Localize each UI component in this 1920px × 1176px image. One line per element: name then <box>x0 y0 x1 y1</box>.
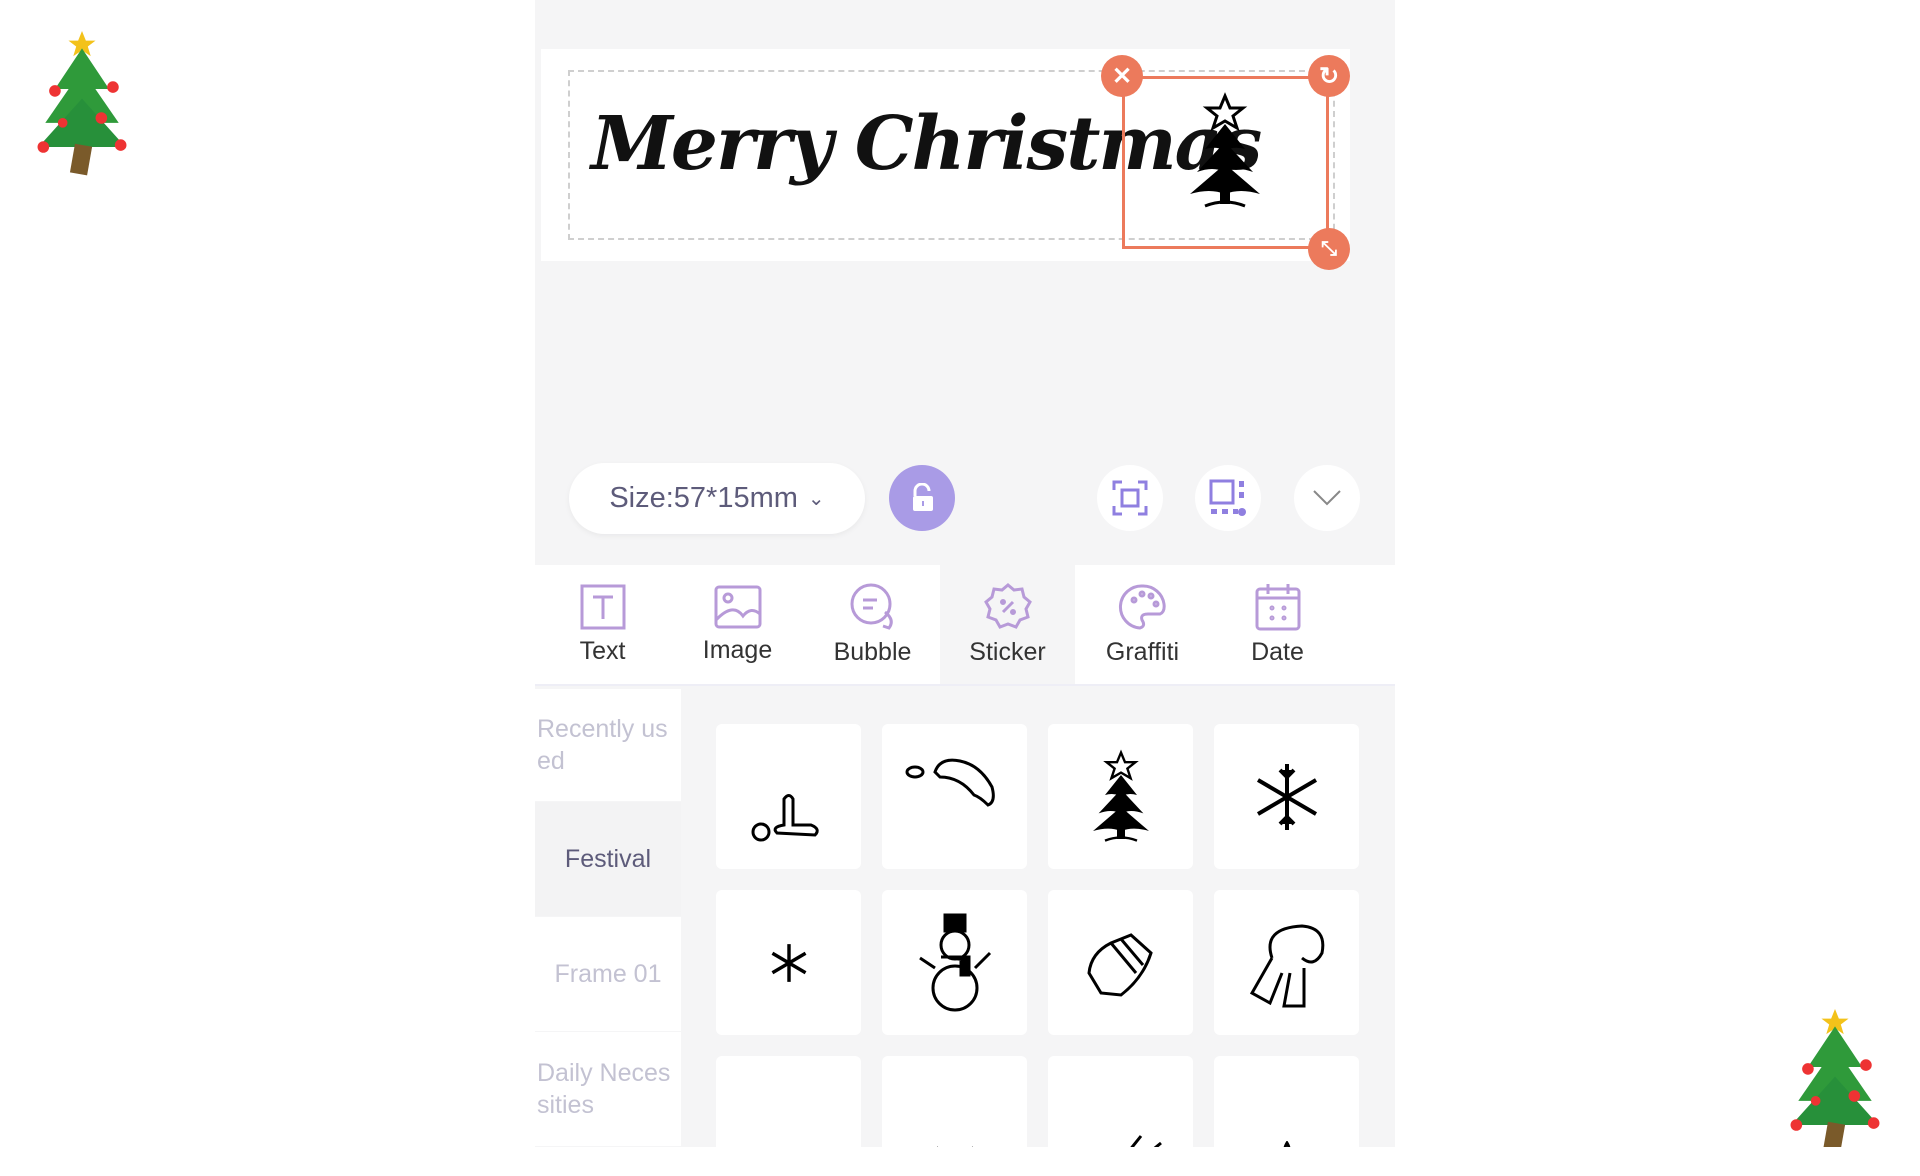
sticker-hand-finger[interactable] <box>716 724 861 869</box>
chevron-down-icon: ⌄ <box>807 488 825 510</box>
bubble-icon <box>850 583 893 630</box>
fit-button[interactable] <box>1097 465 1163 531</box>
sticker-bell[interactable] <box>1214 1056 1359 1147</box>
collapse-button[interactable] <box>1294 465 1360 531</box>
category-daily-necessities[interactable]: Daily Necessities <box>535 1032 681 1146</box>
sticker-yarn-ball[interactable] <box>1048 1056 1193 1147</box>
sticker-wreath[interactable] <box>716 1056 861 1147</box>
delete-handle[interactable]: ✕ <box>1101 55 1143 97</box>
image-icon <box>714 585 761 629</box>
category-label: Festival <box>564 845 652 873</box>
sticker-snowflake[interactable] <box>1214 724 1359 869</box>
snowman-icon <box>918 913 991 1011</box>
category-festival[interactable]: Festival <box>535 802 681 916</box>
tab-bubble[interactable]: Bubble <box>805 565 940 684</box>
resize-icon: ⤡ <box>1321 237 1337 260</box>
scarf-icon <box>1249 923 1324 1007</box>
sticker-grid <box>716 724 1381 1147</box>
christmas-tree-icon <box>1091 750 1150 842</box>
snowflake-icon <box>1256 763 1317 830</box>
calendar-icon <box>1255 584 1300 631</box>
label-editor: Merry Christmas ✕ ↻ ⤡ Size:57*15mm ⌄ Text… <box>535 0 1395 1147</box>
sticker-gift[interactable] <box>882 1056 1027 1147</box>
tab-label: Graffiti <box>1105 638 1180 666</box>
lock-button[interactable] <box>889 465 955 531</box>
selected-sticker[interactable] <box>1122 76 1329 249</box>
chevron-down-icon <box>1313 490 1341 506</box>
tab-label: Date <box>1251 638 1304 666</box>
tab-label: Text <box>579 637 626 665</box>
snowflake-icon <box>771 943 806 982</box>
category-label: Daily Necessities <box>537 1059 671 1119</box>
palette-icon <box>1118 584 1166 630</box>
hand-finger-icon <box>751 793 819 841</box>
category-frame-01[interactable]: Frame 01 <box>535 917 681 1031</box>
gloves-icon <box>1086 932 1153 997</box>
align-button[interactable] <box>1195 465 1261 531</box>
christmas-tree-decoration-icon <box>37 31 127 176</box>
sticker-christmas-tree[interactable] <box>1048 724 1193 869</box>
resize-handle[interactable]: ⤡ <box>1308 228 1350 270</box>
category-recently-used[interactable]: Recently used <box>535 689 681 801</box>
category-label: Frame 01 <box>554 960 662 988</box>
category-label: Recently used <box>537 715 668 775</box>
tab-more[interactable]: Ba <box>1345 565 1395 684</box>
text-icon <box>580 584 625 630</box>
sticker-gloves[interactable] <box>1048 890 1193 1035</box>
christmas-tree-decoration-icon <box>1790 1009 1880 1154</box>
yarn-ball-icon <box>1129 1135 1162 1147</box>
sticker-snowman[interactable] <box>882 890 1027 1035</box>
tab-label: Image <box>702 636 773 664</box>
tab-label: Bubble <box>833 638 912 666</box>
sticker-small-snowflake[interactable] <box>716 890 861 1035</box>
close-icon: ✕ <box>1111 62 1133 90</box>
tab-date[interactable]: Date <box>1210 565 1345 684</box>
tab-label: Sticker <box>969 638 1046 666</box>
frame-fit-icon <box>1112 480 1148 516</box>
sticker-scarf[interactable] <box>1214 890 1359 1035</box>
tab-graffiti[interactable]: Graffiti <box>1075 565 1210 684</box>
layout-icon <box>1209 479 1246 516</box>
rotate-handle[interactable]: ↻ <box>1308 55 1350 97</box>
size-label: Size:57*15mm <box>609 482 798 514</box>
tab-text[interactable]: Text <box>535 565 670 684</box>
christmas-tree-icon <box>1188 94 1262 208</box>
sticker-hand-reach[interactable] <box>882 724 1027 869</box>
unlock-icon <box>913 483 933 511</box>
sticker-categories: Recently used Festival Frame 01 Daily Ne… <box>535 689 681 1147</box>
tab-sticker[interactable]: Sticker <box>940 565 1075 684</box>
size-selector[interactable]: Size:57*15mm ⌄ <box>569 463 865 534</box>
tool-tabs: Text Image Bubble Sticker Graffiti Date … <box>535 565 1395 686</box>
bottom-bar <box>0 1147 1920 1176</box>
hand-reach-icon <box>905 758 995 807</box>
rotate-icon: ↻ <box>1318 62 1340 90</box>
sticker-icon <box>983 583 1032 629</box>
tab-image[interactable]: Image <box>670 565 805 684</box>
